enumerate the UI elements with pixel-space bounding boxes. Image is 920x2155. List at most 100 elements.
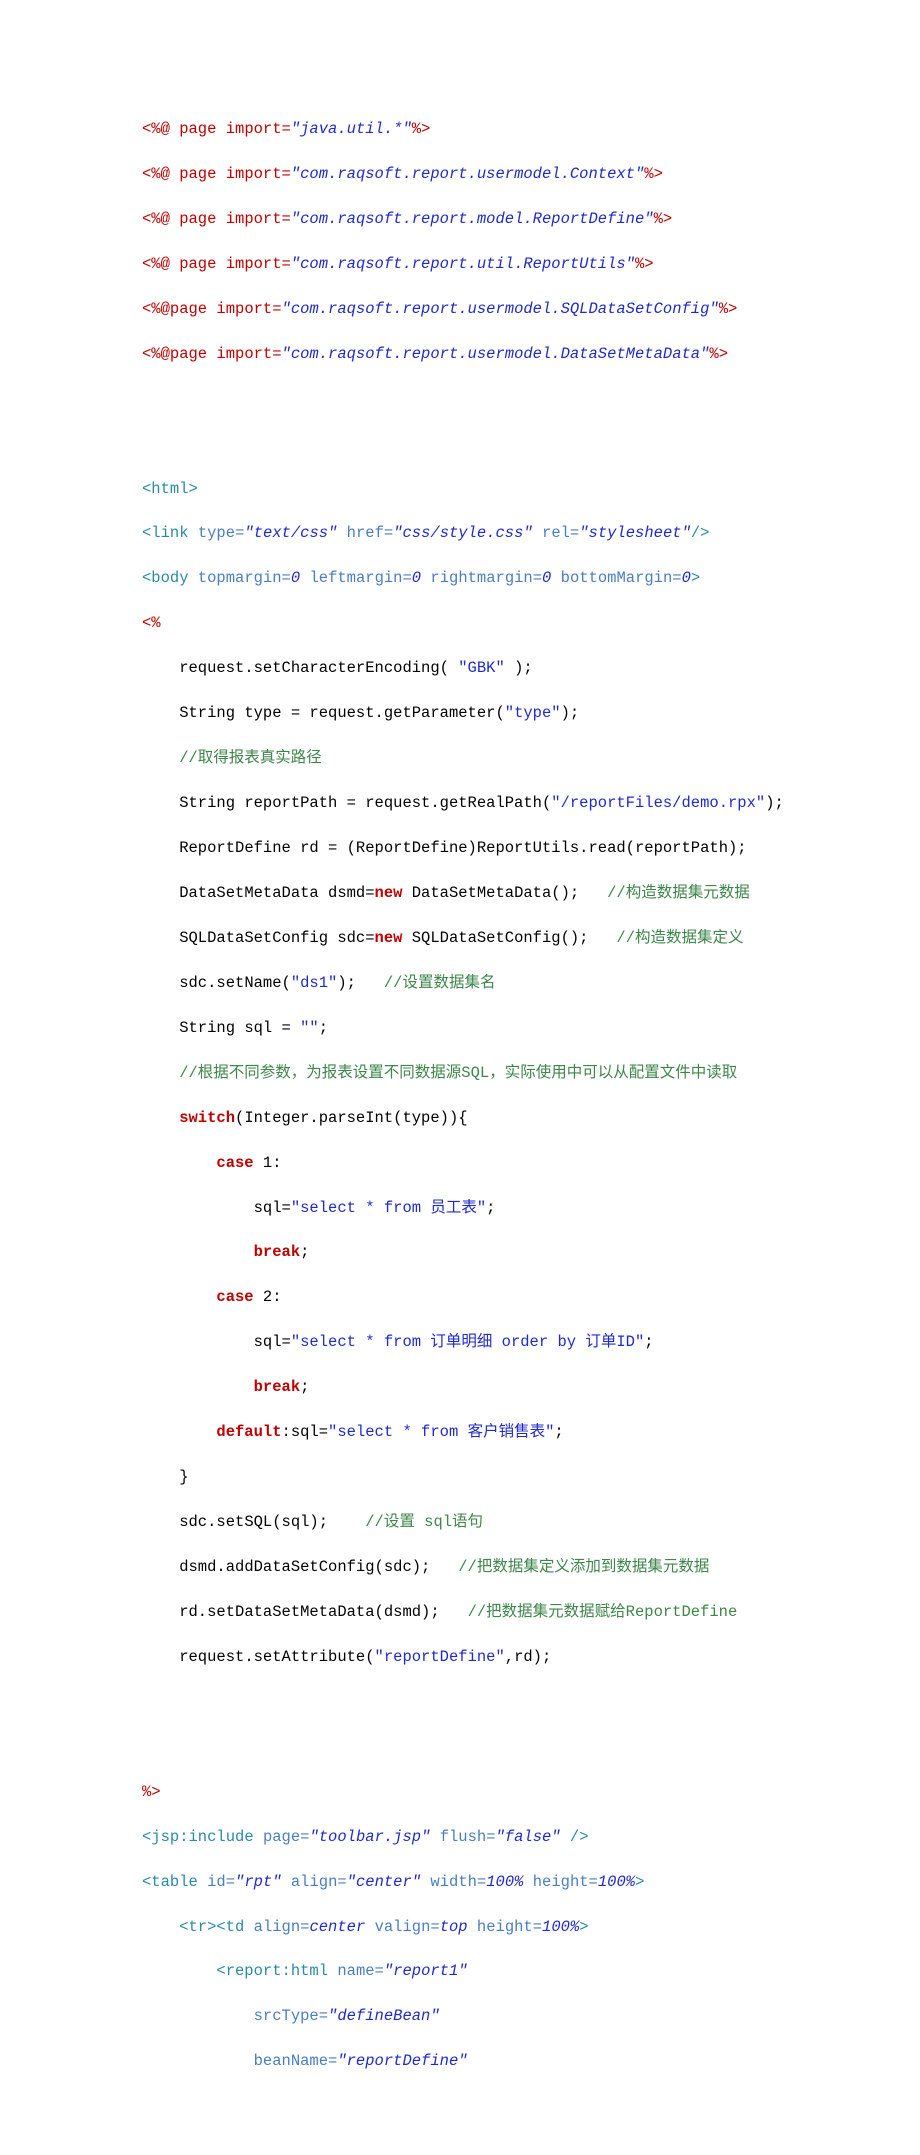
tag-close: /> <box>561 1828 589 1846</box>
directive-tag: <%@page import= <box>142 300 282 318</box>
attr-name: beanName= <box>254 2052 338 2070</box>
keyword-case: case <box>216 1288 253 1306</box>
attr-value: "rpt" <box>235 1873 282 1891</box>
java-code: (Integer.parseInt(type)){ <box>235 1109 468 1127</box>
java-code: DataSetMetaData dsmd= <box>179 884 374 902</box>
java-code: ,rd); <box>505 1648 552 1666</box>
java-code: dsmd.addDataSetConfig(sdc); <box>179 1558 458 1576</box>
string-literal: "" <box>300 1019 319 1037</box>
java-code: ; <box>554 1423 563 1441</box>
comment: //构造数据集元数据 <box>607 884 750 902</box>
java-code: ; <box>486 1199 495 1217</box>
attr-value: "text/css" <box>244 524 337 542</box>
import-value: "com.raqsoft.report.usermodel.Context" <box>291 165 644 183</box>
directive-close: %> <box>644 165 663 183</box>
attr-name: valign= <box>375 1918 440 1936</box>
tag-gt: > <box>635 1873 644 1891</box>
attr-name: name= <box>337 1962 384 1980</box>
keyword-default: default <box>216 1423 281 1441</box>
case-label: 2: <box>254 1288 282 1306</box>
attr-value: "false" <box>496 1828 561 1846</box>
string-literal: "GBK" <box>458 659 505 677</box>
java-code: sdc.setName( <box>179 974 291 992</box>
import-value: "java.util.*" <box>291 120 412 138</box>
jsp-include-tag: <jsp:include <box>142 1828 254 1846</box>
table-tag: <table <box>142 1873 198 1891</box>
source-code: <%@ page import="java.util.*"%> <%@ page… <box>142 118 920 2095</box>
report-html-tag: <report:html <box>216 1962 328 1980</box>
java-code: sql= <box>254 1199 291 1217</box>
java-code: SQLDataSetConfig(); <box>402 929 616 947</box>
attr-name: height= <box>477 1918 542 1936</box>
keyword-new: new <box>375 929 403 947</box>
attr-value: top <box>440 1918 468 1936</box>
attr-name: page= <box>263 1828 310 1846</box>
directive-tag: <%@page import= <box>142 345 282 363</box>
java-code: ); <box>561 704 580 722</box>
keyword-new: new <box>375 884 403 902</box>
import-value: "com.raqsoft.report.usermodel.DataSetMet… <box>282 345 710 363</box>
directive-close: %> <box>719 300 738 318</box>
attr-name: flush= <box>440 1828 496 1846</box>
attr-value: "reportDefine" <box>337 2052 467 2070</box>
tag-gt: > <box>691 569 700 587</box>
import-value: "com.raqsoft.report.usermodel.SQLDataSet… <box>282 300 719 318</box>
attr-value: "css/style.css" <box>393 524 533 542</box>
tag-close: /> <box>691 524 710 542</box>
java-code: ; <box>644 1333 653 1351</box>
string-literal: "/reportFiles/demo.rpx" <box>551 794 765 812</box>
java-code: ); <box>337 974 384 992</box>
java-code: String type = request.getParameter( <box>179 704 505 722</box>
attr-name: align= <box>291 1873 347 1891</box>
attr-name: bottomMargin= <box>561 569 682 587</box>
java-code: ; <box>300 1378 309 1396</box>
attr-value: "toolbar.jsp" <box>309 1828 430 1846</box>
attr-value: center <box>309 1918 365 1936</box>
attr-name: href= <box>347 524 394 542</box>
link-tag: <link <box>142 524 189 542</box>
comment: //构造数据集定义 <box>616 929 743 947</box>
comment: //设置数据集名 <box>384 974 496 992</box>
html-tag: <html> <box>142 480 198 498</box>
attr-value: 0 <box>412 569 421 587</box>
java-code: ; <box>319 1019 328 1037</box>
attr-value: "defineBean" <box>328 2007 440 2025</box>
comment: //把数据集定义添加到数据集元数据 <box>458 1558 709 1576</box>
keyword-case: case <box>216 1154 253 1172</box>
java-code: ); <box>505 659 533 677</box>
import-value: "com.raqsoft.report.model.ReportDefine" <box>291 210 654 228</box>
keyword-switch: switch <box>179 1109 235 1127</box>
attr-name: height= <box>533 1873 598 1891</box>
java-code: sdc.setSQL(sql); <box>179 1513 365 1531</box>
directive-close: %> <box>635 255 654 273</box>
keyword-break: break <box>254 1243 301 1261</box>
string-literal: "reportDefine" <box>375 1648 505 1666</box>
attr-value: "report1" <box>384 1962 468 1980</box>
td-tag: <td <box>216 1918 244 1936</box>
body-tag: <body <box>142 569 189 587</box>
string-literal: "ds1" <box>291 974 338 992</box>
comment: //把数据集元数据赋给ReportDefine <box>468 1603 738 1621</box>
tag-gt: > <box>579 1918 588 1936</box>
directive-tag: <%@ page import= <box>142 120 291 138</box>
scriptlet-open: <% <box>142 614 161 632</box>
string-literal: "select * from 客户销售表" <box>328 1423 554 1441</box>
java-code: :sql= <box>282 1423 329 1441</box>
import-value: "com.raqsoft.report.util.ReportUtils" <box>291 255 635 273</box>
scriptlet-close: %> <box>142 1783 161 1801</box>
directive-close: %> <box>654 210 673 228</box>
attr-value: 100% <box>542 1918 579 1936</box>
java-code: sql= <box>254 1333 291 1351</box>
java-code: SQLDataSetConfig sdc= <box>179 929 374 947</box>
attr-value: "stylesheet" <box>579 524 691 542</box>
java-code: request.setCharacterEncoding( <box>179 659 458 677</box>
attr-value: 100% <box>486 1873 523 1891</box>
java-code: String reportPath = request.getRealPath( <box>179 794 551 812</box>
attr-value: 0 <box>542 569 551 587</box>
attr-name: width= <box>430 1873 486 1891</box>
attr-name: topmargin= <box>198 569 291 587</box>
brace-close: } <box>179 1468 188 1486</box>
attr-name: id= <box>207 1873 235 1891</box>
string-literal: "select * from 员工表" <box>291 1199 486 1217</box>
directive-tag: <%@ page import= <box>142 165 291 183</box>
